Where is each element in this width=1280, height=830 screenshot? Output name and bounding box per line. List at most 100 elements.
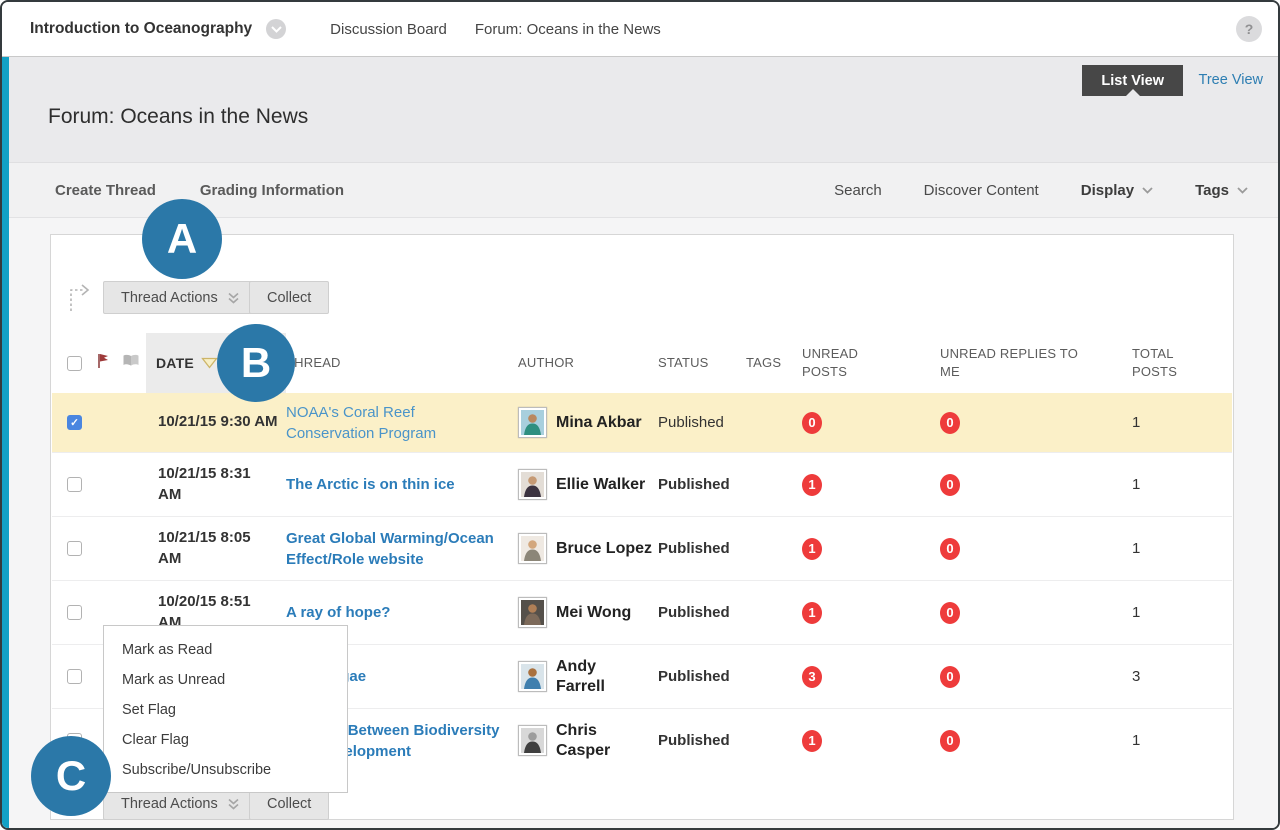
unread-replies-cell: 0 [932,412,1122,434]
author-name: Mei Wong [556,603,631,623]
flag-column-icon[interactable] [96,352,122,375]
unread-replies-cell: 0 [932,538,1122,560]
column-header-total-posts[interactable]: TOTAL POSTS [1122,345,1234,380]
thread-actions-menu: Mark as Read Mark as Unread Set Flag Cle… [103,625,348,793]
author-cell: Andy Farrell [518,657,658,697]
read-column-icon[interactable] [122,354,146,372]
date-header-label: DATE [156,354,194,373]
status-label: Published [658,540,746,557]
unread-posts-cell: 1 [794,538,932,560]
unread-replies-cell: 0 [932,666,1122,688]
menu-item-mark-as-unread[interactable]: Mark as Unread [104,665,347,695]
total-posts-header-label: TOTAL POSTS [1132,345,1184,380]
author-avatar [518,533,547,564]
thread-cell: The Arctic is on thin ice [286,474,518,495]
checkbox-cell [52,669,96,684]
breadcrumb-discussion-board[interactable]: Discussion Board [330,21,447,38]
thread-cell: A ray of hope? [286,602,518,623]
thread-link[interactable]: A ray of hope? [286,604,390,621]
column-header-author[interactable]: AUTHOR [518,354,658,372]
thread-actions-button-top[interactable]: Thread Actions [103,281,258,314]
menu-item-set-flag[interactable]: Set Flag [104,695,347,725]
author-cell: Ellie Walker [518,469,658,500]
thread-link[interactable]: NOAA's Coral Reef Conservation Program [286,404,436,442]
table-row: 10/21/15 8:05 AMGreat Global Warming/Oce… [52,516,1232,580]
total-posts-value: 1 [1122,476,1234,493]
author-avatar [518,597,547,628]
status-label: Published [658,476,746,493]
unread-replies-badge[interactable]: 0 [940,474,960,496]
create-thread-button[interactable]: Create Thread [55,182,156,199]
annotation-circle-b: B [217,324,295,402]
total-posts-value: 1 [1122,732,1234,749]
menu-item-subscribe-unsubscribe[interactable]: Subscribe/Unsubscribe [104,755,347,785]
thread-actions-label: Thread Actions [121,290,218,306]
unread-replies-badge[interactable]: 0 [940,602,960,624]
unread-replies-badge[interactable]: 0 [940,666,960,688]
unread-posts-badge[interactable]: 1 [802,474,822,496]
unread-posts-badge[interactable]: 1 [802,730,822,752]
thread-link[interactable]: The Arctic is on thin ice [286,476,455,493]
double-chevron-down-icon [227,797,240,810]
unread-replies-badge[interactable]: 0 [940,538,960,560]
author-name: Mina Akbar [556,413,642,433]
column-header-tags[interactable]: TAGS [746,354,794,372]
search-button[interactable]: Search [834,182,882,199]
thread-checkbox[interactable] [67,605,82,620]
double-chevron-down-icon [227,291,240,304]
thread-date: 10/21/15 8:31 AM [146,464,286,505]
menu-item-clear-flag[interactable]: Clear Flag [104,725,347,755]
unread-posts-cell: 3 [794,666,932,688]
column-header-unread-posts[interactable]: UNREAD POSTS [794,345,932,380]
unread-posts-cell: 1 [794,730,932,752]
author-avatar [518,661,547,692]
total-posts-value: 1 [1122,414,1234,431]
thread-date: 10/21/15 9:30 AM [146,412,286,432]
unread-posts-badge[interactable]: 0 [802,412,822,434]
column-header-status[interactable]: STATUS [658,354,746,372]
tags-dropdown[interactable]: Tags [1195,182,1248,199]
unread-posts-badge[interactable]: 1 [802,602,822,624]
display-dropdown[interactable]: Display [1081,182,1153,199]
thread-link[interactable]: Great Global Warming/Ocean Effect/Role w… [286,530,494,568]
unread-posts-badge[interactable]: 1 [802,538,822,560]
status-label: Published [658,732,746,749]
course-title[interactable]: Introduction to Oceanography [30,20,252,38]
column-header-thread[interactable]: THREAD [286,354,518,372]
author-cell: Bruce Lopez [518,533,658,564]
annotation-circle-c: C [31,736,111,816]
app-window: Introduction to Oceanography Discussion … [0,0,1280,830]
collect-label: Collect [267,290,311,306]
tab-tree-view[interactable]: Tree View [1199,72,1263,88]
total-posts-value: 1 [1122,540,1234,557]
select-all-checkbox[interactable] [52,356,96,371]
help-icon[interactable]: ? [1236,16,1262,42]
column-header-unread-replies[interactable]: UNREAD REPLIES TO ME [932,345,1122,380]
checkbox-cell [52,477,96,492]
thread-checkbox[interactable]: ✓ [67,415,82,430]
total-posts-value: 1 [1122,604,1234,621]
thread-cell: NOAA's Coral Reef Conservation Program [286,402,518,444]
page-header-band: List View Tree View Forum: Oceans in the… [2,57,1278,162]
thread-checkbox[interactable] [67,477,82,492]
unread-posts-badge[interactable]: 3 [802,666,822,688]
unread-replies-badge[interactable]: 0 [940,730,960,752]
unread-replies-badge[interactable]: 0 [940,412,960,434]
thread-checkbox[interactable] [67,541,82,556]
status-label: Published [658,414,746,431]
thread-actions-label: Thread Actions [121,796,218,812]
checkbox-cell: ✓ [52,415,96,430]
unread-replies-cell: 0 [932,474,1122,496]
discover-content-button[interactable]: Discover Content [924,182,1039,199]
table-row: 10/21/15 8:31 AMThe Arctic is on thin ic… [52,452,1232,516]
collect-button-top[interactable]: Collect [249,281,329,314]
annotation-circle-a: A [142,199,222,279]
thread-date: 10/21/15 8:05 AM [146,528,286,569]
total-posts-value: 3 [1122,668,1234,685]
breadcrumb-forum: Forum: Oceans in the News [475,21,661,38]
menu-item-mark-as-read[interactable]: Mark as Read [104,635,347,665]
tab-list-view[interactable]: List View [1082,65,1183,96]
course-menu-chevron-icon[interactable] [266,19,286,39]
thread-checkbox[interactable] [67,669,82,684]
grading-information-button[interactable]: Grading Information [200,182,344,199]
